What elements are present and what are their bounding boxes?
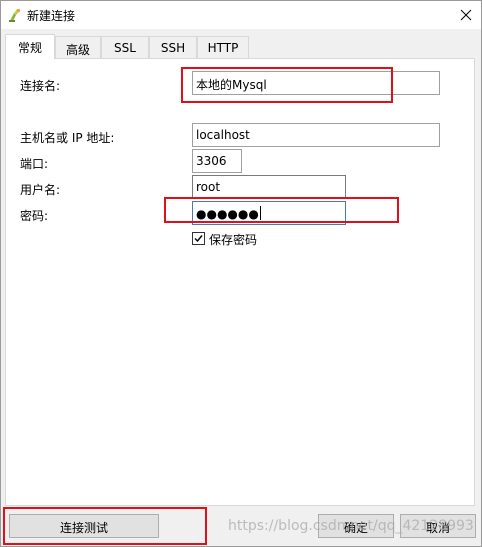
navicat-connection-icon: [9, 8, 21, 22]
checkbox-box[interactable]: [192, 232, 205, 245]
tab-label: 常规: [17, 41, 42, 55]
password-value: ●●●●●●: [196, 207, 259, 221]
password-input[interactable]: ●●●●●●: [192, 201, 346, 225]
username-input[interactable]: root: [192, 175, 346, 199]
cancel-button[interactable]: 取消: [400, 514, 476, 538]
tab-label: SSH: [160, 41, 186, 55]
username-value: root: [196, 180, 221, 194]
close-icon: [460, 9, 472, 21]
test-connection-button[interactable]: 连接测试: [9, 514, 159, 538]
tab-label: 高级: [65, 43, 90, 57]
save-password-label: 保存密码: [209, 233, 258, 247]
host-label: 主机名或 IP 地址:: [20, 131, 115, 145]
username-label: 用户名:: [20, 183, 61, 197]
tab-ssl[interactable]: SSL: [101, 36, 149, 58]
tab-general[interactable]: 常规: [5, 34, 55, 59]
general-tab-page: 连接名: 本地的Mysql 主机名或 IP 地址: localhost 端口: …: [5, 58, 475, 506]
connection-name-label: 连接名:: [20, 79, 61, 93]
password-label: 密码:: [20, 209, 49, 223]
tab-advanced[interactable]: 高级: [55, 36, 101, 58]
tab-ssh[interactable]: SSH: [149, 36, 197, 58]
host-input[interactable]: localhost: [192, 123, 440, 147]
window-title: 新建连接: [27, 9, 76, 23]
new-connection-dialog: 新建连接 常规 高级 SSL SSH HTTP 连接名: 本地的Mysql 主机…: [0, 0, 482, 547]
tab-label: HTTP: [207, 41, 239, 55]
host-value: localhost: [196, 128, 250, 142]
port-value: 3306: [196, 154, 227, 168]
connection-name-value: 本地的Mysql: [196, 78, 267, 92]
tab-label: SSL: [114, 41, 136, 55]
tab-http[interactable]: HTTP: [197, 36, 249, 58]
connection-name-input[interactable]: 本地的Mysql: [192, 71, 440, 95]
port-label: 端口:: [20, 157, 49, 171]
port-input[interactable]: 3306: [192, 149, 242, 173]
text-caret: [259, 206, 261, 220]
close-button[interactable]: [455, 5, 477, 25]
checkmark-icon: [194, 235, 203, 243]
title-bar: 新建连接: [1, 1, 481, 29]
ok-button[interactable]: 确定: [318, 514, 394, 538]
